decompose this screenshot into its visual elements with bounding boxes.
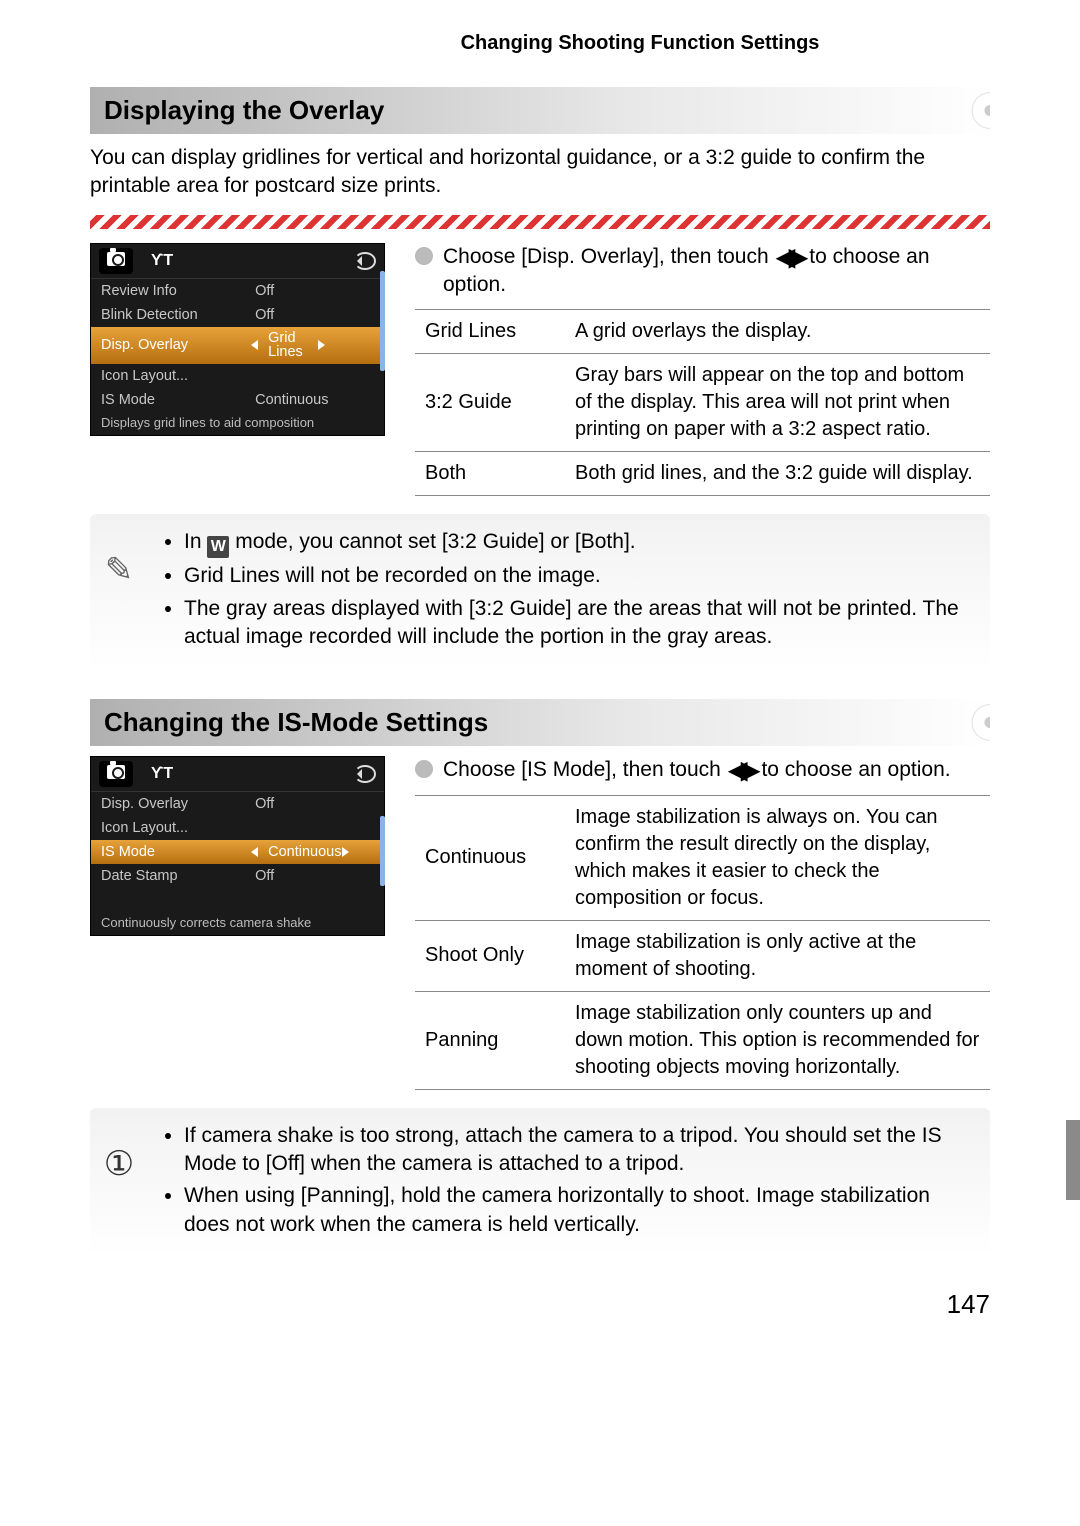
menu-row: Icon Layout...: [91, 364, 384, 388]
divider-stripes: [90, 215, 990, 229]
back-icon: [354, 765, 376, 783]
side-index-tab: [1066, 1120, 1080, 1200]
menu-tab-tools: ϒT: [143, 249, 181, 273]
pencil-icon: ✎: [98, 548, 140, 594]
step-bullet-icon: [415, 247, 433, 265]
page-number: 147: [90, 1287, 990, 1322]
ismode-options-table: ContinuousImage stabilization is always …: [415, 795, 990, 1090]
menu-row-selected: Disp. OverlayGrid Lines: [91, 327, 384, 364]
menu-hint: Continuously corrects camera shake: [91, 912, 384, 935]
section-heading-ismode: Changing the IS-Mode Settings: [90, 699, 990, 746]
menu-row: Blink DetectionOff: [91, 303, 384, 327]
menu-row: [91, 888, 384, 912]
left-right-arrows-icon: ◀▶: [777, 251, 802, 265]
step-bullet-icon: [415, 760, 433, 778]
page-header: Changing Shooting Function Settings: [90, 30, 990, 57]
caution-icon: ①: [98, 1142, 140, 1188]
table-row: ContinuousImage stabilization is always …: [415, 795, 990, 920]
step-text: Choose [IS Mode], then touch: [443, 758, 727, 781]
camera-icon: [107, 765, 125, 779]
menu-scrollbar: [380, 816, 385, 886]
note-item: The gray areas displayed with [3:2 Guide…: [184, 595, 976, 652]
table-row: PanningImage stabilization only counters…: [415, 991, 990, 1089]
arrow-left-icon: [251, 847, 258, 857]
table-row: Shoot OnlyImage stabilization is only ac…: [415, 920, 990, 991]
overlay-notes: ✎ In W mode, you cannot set [3:2 Guide] …: [90, 514, 990, 669]
menu-row: Disp. OverlayOff: [91, 792, 384, 816]
arrow-left-icon: [251, 340, 258, 350]
section-heading-overlay: Displaying the Overlay: [90, 87, 990, 134]
back-icon: [354, 252, 376, 270]
menu-hint: Displays grid lines to aid composition: [91, 412, 384, 435]
table-row: BothBoth grid lines, and the 3:2 guide w…: [415, 452, 990, 496]
table-row: 3:2 GuideGray bars will appear on the to…: [415, 354, 990, 452]
menu-tab-tools: ϒT: [143, 762, 181, 786]
arrow-right-icon: [318, 340, 374, 350]
overlay-options-table: Grid LinesA grid overlays the display. 3…: [415, 309, 990, 496]
camera-icon: [107, 252, 125, 266]
step-instruction: Choose [Disp. Overlay], then touch ◀▶ to…: [415, 243, 990, 300]
step-text: Choose [Disp. Overlay], then touch: [443, 245, 775, 268]
menu-row: Date StampOff: [91, 864, 384, 888]
caution-item: If camera shake is too strong, attach th…: [184, 1122, 976, 1179]
overlay-intro: You can display gridlines for vertical a…: [90, 144, 990, 201]
step-instruction: Choose [IS Mode], then touch ◀▶ to choos…: [415, 756, 990, 784]
menu-tab-camera: [99, 248, 133, 274]
arrow-right-icon: [342, 847, 375, 857]
table-row: Grid LinesA grid overlays the display.: [415, 310, 990, 354]
note-item: Grid Lines will not be recorded on the i…: [184, 562, 976, 590]
ismode-caution: ① If camera shake is too strong, attach …: [90, 1108, 990, 1257]
menu-row-selected: IS ModeContinuous: [91, 840, 384, 864]
menu-scrollbar: [380, 271, 385, 371]
camera-menu-overlay: ϒT Review InfoOff Blink DetectionOff Dis…: [90, 243, 385, 436]
menu-row: IS ModeContinuous: [91, 388, 384, 412]
menu-tab-camera: [99, 761, 133, 787]
camera-menu-ismode: ϒT Disp. OverlayOff Icon Layout... IS Mo…: [90, 756, 385, 936]
menu-row: Icon Layout...: [91, 816, 384, 840]
menu-row: Review InfoOff: [91, 279, 384, 303]
caution-item: When using [Panning], hold the camera ho…: [184, 1182, 976, 1239]
w-mode-icon: W: [207, 536, 229, 558]
left-right-arrows-icon: ◀▶: [729, 764, 754, 778]
step-text: to choose an option.: [761, 758, 950, 781]
note-item: In W mode, you cannot set [3:2 Guide] or…: [184, 528, 976, 558]
